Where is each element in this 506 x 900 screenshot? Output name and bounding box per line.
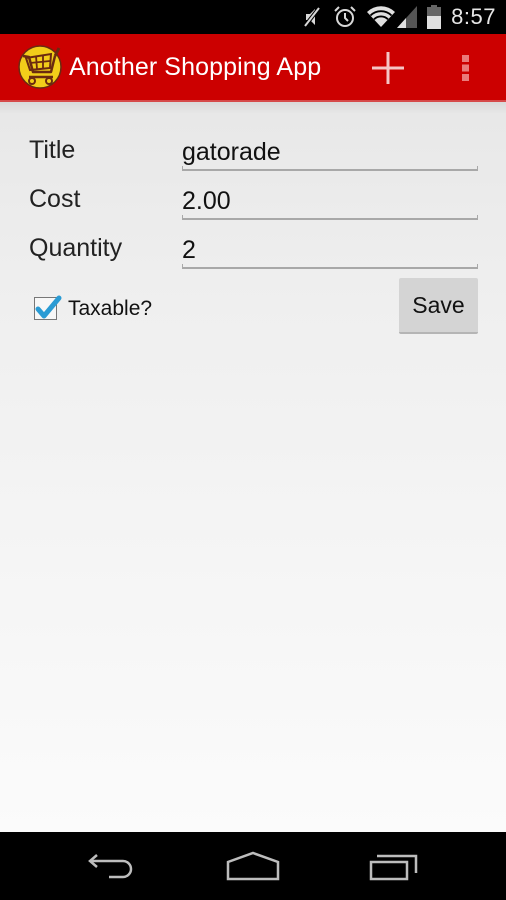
title-label: Title	[29, 136, 76, 164]
recents-icon	[369, 854, 418, 881]
add-button[interactable]	[366, 46, 410, 90]
wifi-icon	[367, 6, 396, 28]
back-button[interactable]	[72, 842, 152, 890]
title-row: Title	[0, 132, 506, 176]
status-bar: 8:57	[0, 0, 506, 34]
edit-item-form: Title Cost Quantity Taxable? Save	[0, 102, 506, 832]
quantity-row: Quantity	[0, 230, 506, 274]
recents-button[interactable]	[354, 842, 434, 890]
shopping-cart-icon	[17, 44, 63, 90]
title-input-underline	[182, 166, 478, 171]
action-bar: Another Shopping App	[0, 34, 506, 102]
cost-row: Cost	[0, 181, 506, 225]
checkmark-icon	[35, 295, 62, 319]
alarm-icon	[333, 5, 357, 29]
more-vertical-icon	[462, 55, 469, 81]
battery-icon	[427, 5, 442, 29]
home-button[interactable]	[213, 842, 293, 890]
taxable-label[interactable]: Taxable?	[68, 297, 152, 321]
back-icon	[88, 854, 133, 879]
title-input[interactable]	[182, 134, 478, 170]
cost-input-underline	[182, 215, 478, 220]
cost-input[interactable]	[182, 183, 478, 219]
clock: 8:57	[451, 4, 496, 29]
plus-icon	[372, 52, 404, 84]
home-icon	[226, 851, 280, 881]
app-title: Another Shopping App	[69, 52, 322, 81]
save-button[interactable]: Save	[399, 278, 478, 334]
navigation-bar	[0, 832, 506, 900]
cost-label: Cost	[29, 185, 81, 213]
overflow-menu-button[interactable]	[450, 46, 482, 90]
muted-icon	[303, 5, 323, 29]
quantity-input-underline	[182, 264, 478, 269]
quantity-label: Quantity	[29, 234, 123, 262]
taxable-checkbox[interactable]	[34, 295, 62, 320]
cell-signal-icon	[397, 6, 418, 28]
quantity-input[interactable]	[182, 232, 478, 268]
